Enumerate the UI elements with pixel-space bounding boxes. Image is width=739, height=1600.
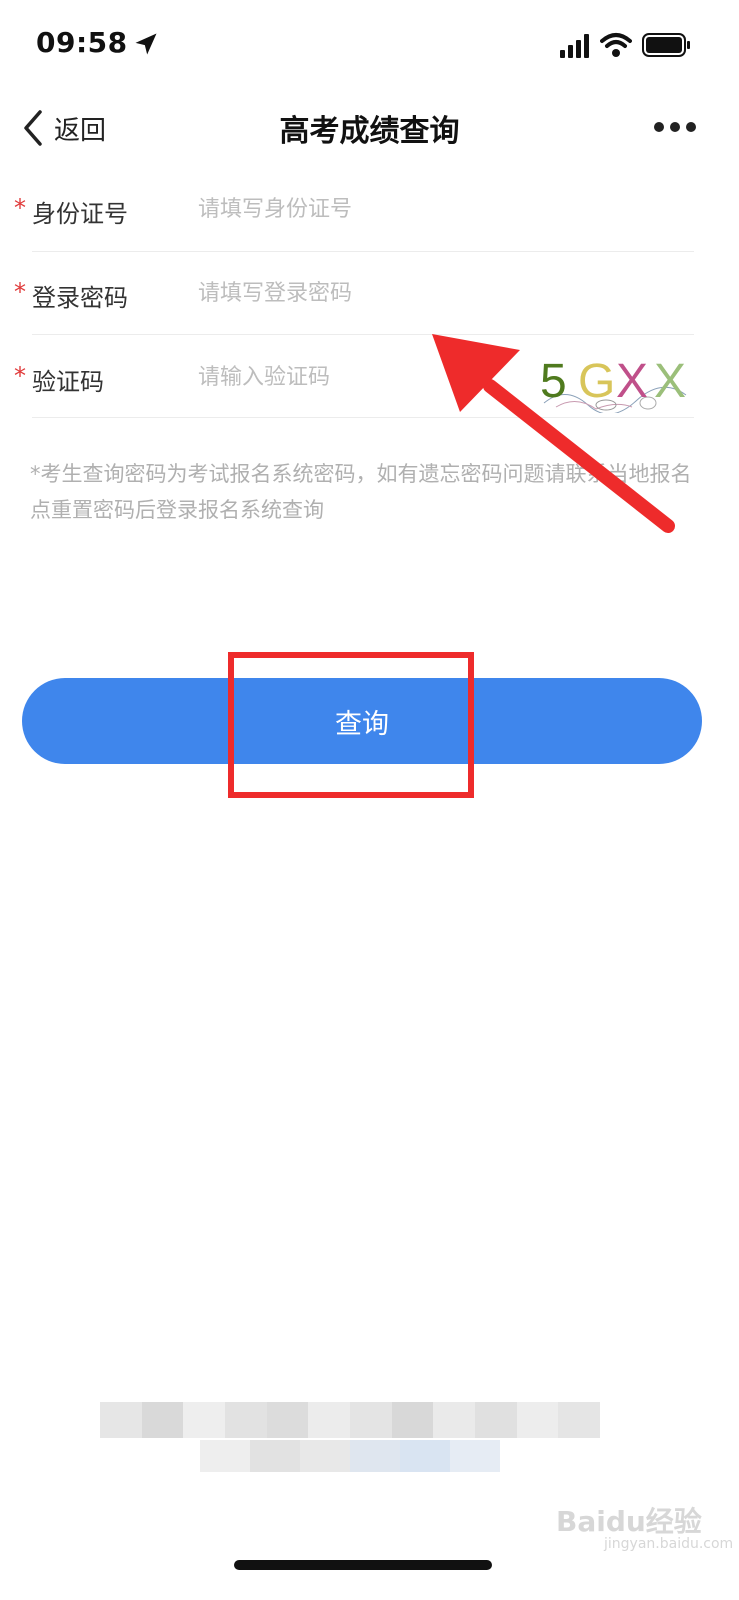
field-label-captcha: 验证码	[32, 368, 104, 396]
location-arrow-icon	[135, 33, 157, 55]
annotation-highlight-box	[228, 652, 474, 798]
annotation-arrow	[432, 334, 675, 533]
blurred-footer-text	[200, 1440, 500, 1472]
status-time: 09:58	[36, 26, 128, 59]
field-label-password: 登录密码	[32, 284, 128, 312]
required-mark: *	[14, 362, 26, 390]
field-label-id-number: 身份证号	[32, 200, 128, 228]
wifi-icon	[600, 33, 632, 57]
battery-icon	[642, 33, 690, 57]
page-title: 高考成绩查询	[279, 114, 460, 149]
signal-icon	[560, 34, 589, 58]
id-number-input[interactable]	[196, 186, 500, 232]
blurred-footer-text	[100, 1402, 601, 1438]
home-indicator	[234, 1560, 492, 1570]
password-input[interactable]	[196, 270, 500, 316]
watermark-url: jingyan.baidu.com	[604, 1536, 734, 1552]
required-mark: *	[14, 278, 26, 306]
required-mark: *	[14, 194, 26, 222]
more-icon[interactable]	[652, 120, 698, 134]
form-row-id-number: * 身份证号	[0, 168, 739, 252]
watermark-logo: Baidu经验	[556, 1505, 702, 1538]
